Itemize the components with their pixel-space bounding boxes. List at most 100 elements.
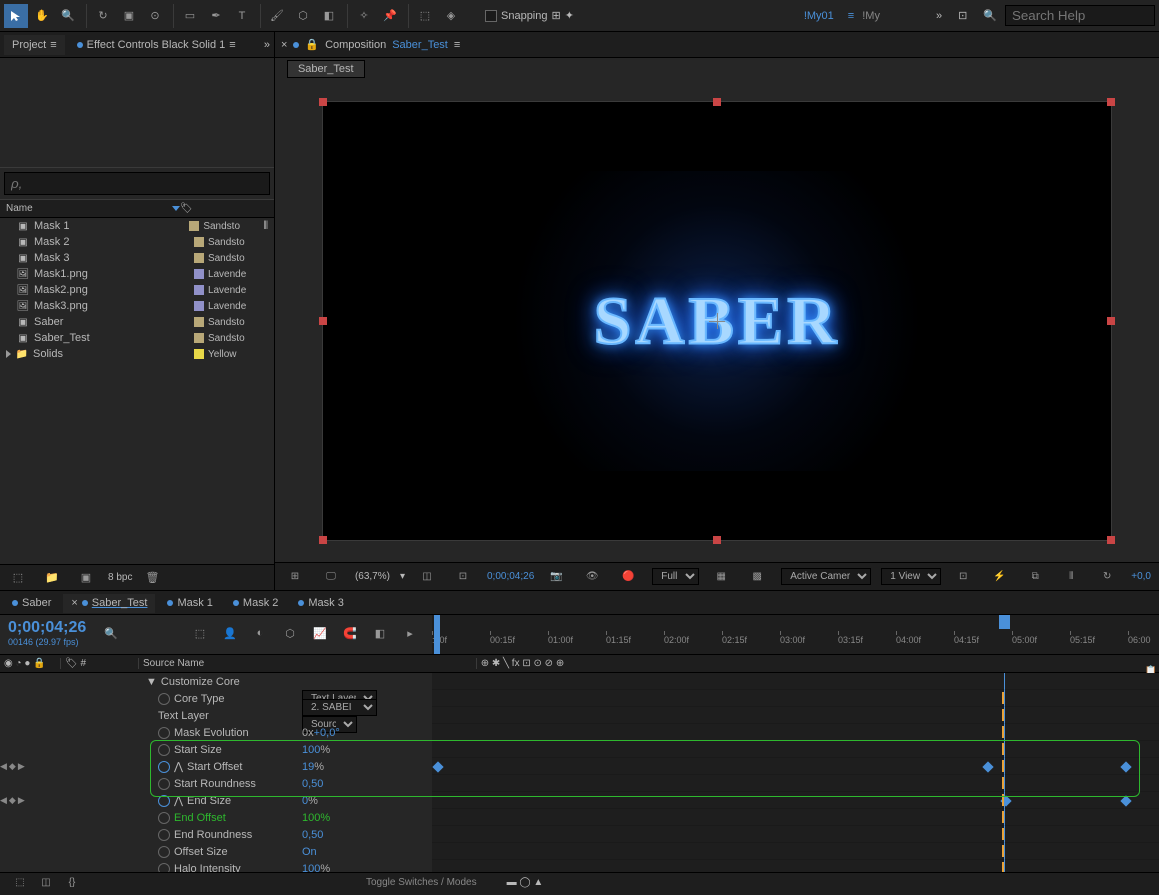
property-row[interactable]: Offset SizeOn bbox=[0, 843, 432, 860]
stopwatch-icon[interactable] bbox=[158, 795, 170, 807]
stopwatch-icon[interactable] bbox=[158, 744, 170, 756]
label-swatch[interactable] bbox=[194, 301, 204, 311]
property-row[interactable]: Mask Evolution0x+0,0° bbox=[0, 724, 432, 741]
project-item[interactable]: 📁SolidsYellow bbox=[0, 346, 274, 362]
grid-icon[interactable]: ⊞ bbox=[283, 565, 307, 589]
anchor-tool[interactable]: ⊙ bbox=[143, 4, 167, 28]
fast-icon[interactable]: ⚡ bbox=[987, 565, 1011, 589]
camera-dropdown[interactable]: Active Camera bbox=[781, 568, 871, 585]
label-swatch[interactable] bbox=[194, 285, 204, 295]
project-item[interactable]: 🖼Mask3.pngLavende bbox=[0, 298, 274, 314]
show-snap-icon[interactable]: 👁 bbox=[580, 565, 604, 589]
zoom-tool[interactable]: 🔍 bbox=[56, 4, 80, 28]
label-swatch[interactable] bbox=[194, 333, 204, 343]
label-swatch[interactable] bbox=[194, 253, 204, 263]
rotation-tool[interactable]: ↻ bbox=[91, 4, 115, 28]
snapping-checkbox[interactable] bbox=[485, 10, 497, 22]
safe-icon[interactable]: ⊡ bbox=[451, 565, 475, 589]
graph-editor-icon[interactable]: ⋀ bbox=[174, 760, 183, 773]
prev-key-icon[interactable]: ◀ bbox=[0, 795, 7, 806]
label-swatch[interactable] bbox=[194, 269, 204, 279]
flowchart-icon[interactable]: ⫴ bbox=[1059, 565, 1083, 589]
interpret-icon[interactable]: ⬚ bbox=[6, 566, 30, 590]
comp-menu-icon[interactable]: ≡ bbox=[454, 39, 460, 51]
comp-mini-icon[interactable]: ⬚ bbox=[188, 621, 212, 645]
graph-row[interactable] bbox=[432, 860, 1159, 872]
project-item[interactable]: ▣SaberSandsto bbox=[0, 314, 274, 330]
flowchart-icon[interactable]: ⫴ bbox=[263, 220, 268, 233]
graph-row[interactable] bbox=[432, 741, 1159, 758]
workspace-1[interactable]: !My01 bbox=[798, 8, 840, 24]
graph-icon[interactable]: 📈 bbox=[308, 621, 332, 645]
timeline-tab[interactable]: Mask 1 bbox=[159, 594, 220, 612]
timeline-ruler[interactable]: :00f00:15f01:00f01:15f02:00f02:15f03:00f… bbox=[432, 615, 1159, 654]
project-item[interactable]: ▣Mask 1Sandsto⫴ bbox=[0, 218, 274, 234]
graph-row[interactable] bbox=[432, 775, 1159, 792]
property-row[interactable]: Text Layer2. SABEI Source bbox=[0, 707, 432, 724]
ratio-icon[interactable]: ◫ bbox=[415, 565, 439, 589]
blur-icon[interactable]: ◐ bbox=[248, 621, 272, 645]
comp-close-icon[interactable]: × bbox=[281, 39, 287, 51]
workspace-panel-icon[interactable]: ⊡ bbox=[958, 9, 967, 22]
graph-row[interactable] bbox=[432, 690, 1159, 707]
stopwatch-icon[interactable] bbox=[158, 727, 170, 739]
shy-icon[interactable]: 👤 bbox=[218, 621, 242, 645]
selection-tool[interactable] bbox=[4, 4, 28, 28]
key-diamond-icon[interactable]: ◆ bbox=[9, 761, 16, 772]
project-tab[interactable]: Project ≡ bbox=[4, 35, 65, 55]
stopwatch-icon[interactable] bbox=[158, 846, 170, 858]
timeline-tab[interactable]: Mask 3 bbox=[290, 594, 351, 612]
project-item[interactable]: 🖼Mask1.pngLavende bbox=[0, 266, 274, 282]
exposure-value[interactable]: +0,0 bbox=[1131, 571, 1151, 582]
snap-opt2-icon[interactable]: ✦ bbox=[565, 9, 574, 22]
graph-row[interactable] bbox=[432, 809, 1159, 826]
pixel-icon[interactable]: ⊡ bbox=[951, 565, 975, 589]
source-header[interactable]: Source Name bbox=[138, 658, 476, 669]
graph-row[interactable] bbox=[432, 826, 1159, 843]
graph-row[interactable] bbox=[432, 673, 1159, 690]
zoom-value[interactable]: (63,7%) bbox=[355, 571, 390, 582]
reset-exp-icon[interactable]: ↻ bbox=[1095, 565, 1119, 589]
keyframe-diamond[interactable] bbox=[1120, 761, 1131, 772]
motion-icon[interactable]: ▸ bbox=[398, 621, 422, 645]
roi-icon[interactable]: ▦ bbox=[709, 565, 733, 589]
roto-tool[interactable]: ✧ bbox=[352, 4, 376, 28]
label-swatch[interactable] bbox=[189, 221, 199, 231]
graph-row[interactable] bbox=[432, 843, 1159, 860]
bracket-icon[interactable]: {} bbox=[60, 871, 84, 895]
graph-row[interactable] bbox=[432, 758, 1159, 775]
resolution-dropdown[interactable]: Full bbox=[652, 568, 699, 585]
snap-opt1-icon[interactable]: ⊞ bbox=[552, 9, 561, 22]
property-row[interactable]: End Offset100% bbox=[0, 809, 432, 826]
key-diamond-icon[interactable]: ◆ bbox=[9, 795, 16, 806]
hand-tool[interactable]: ✋ bbox=[30, 4, 54, 28]
timeline-tab[interactable]: Saber bbox=[4, 594, 59, 612]
property-row[interactable]: Halo Intensity100% bbox=[0, 860, 432, 872]
search-timeline-icon[interactable]: 🔍 bbox=[104, 627, 118, 640]
3d-icon[interactable]: ⬡ bbox=[278, 621, 302, 645]
bpc-label[interactable]: 8 bpc bbox=[108, 572, 132, 583]
timeline-tab[interactable]: Mask 2 bbox=[225, 594, 286, 612]
eraser-tool[interactable]: ◧ bbox=[317, 4, 341, 28]
property-row[interactable]: Start Roundness0,50 bbox=[0, 775, 432, 792]
workspace-menu-icon[interactable]: ≡ bbox=[848, 10, 854, 22]
label-column-header[interactable]: 🏷 bbox=[180, 203, 268, 214]
stopwatch-icon[interactable] bbox=[158, 812, 170, 824]
composition-viewer[interactable]: SABER bbox=[275, 80, 1159, 562]
monitor-icon[interactable]: 🖵 bbox=[319, 565, 343, 589]
stopwatch-icon[interactable] bbox=[158, 761, 170, 773]
keyframe-diamond[interactable] bbox=[982, 761, 993, 772]
workspace-2[interactable]: !My bbox=[862, 10, 880, 22]
pin-tool[interactable]: 📌 bbox=[378, 4, 402, 28]
layer-icon[interactable]: ◫ bbox=[34, 871, 58, 895]
anchor-crosshair[interactable] bbox=[709, 313, 725, 329]
stopwatch-icon[interactable] bbox=[158, 829, 170, 841]
label-swatch[interactable] bbox=[194, 349, 204, 359]
camera-tool[interactable]: ▣ bbox=[117, 4, 141, 28]
trash-icon[interactable]: 🗑 bbox=[140, 566, 164, 590]
label-swatch[interactable] bbox=[194, 237, 204, 247]
comp-subtab[interactable]: Saber_Test bbox=[287, 60, 365, 78]
views-dropdown[interactable]: 1 View bbox=[881, 568, 941, 585]
snapshot-icon[interactable]: 📷 bbox=[544, 565, 568, 589]
graph-row[interactable] bbox=[432, 724, 1159, 741]
